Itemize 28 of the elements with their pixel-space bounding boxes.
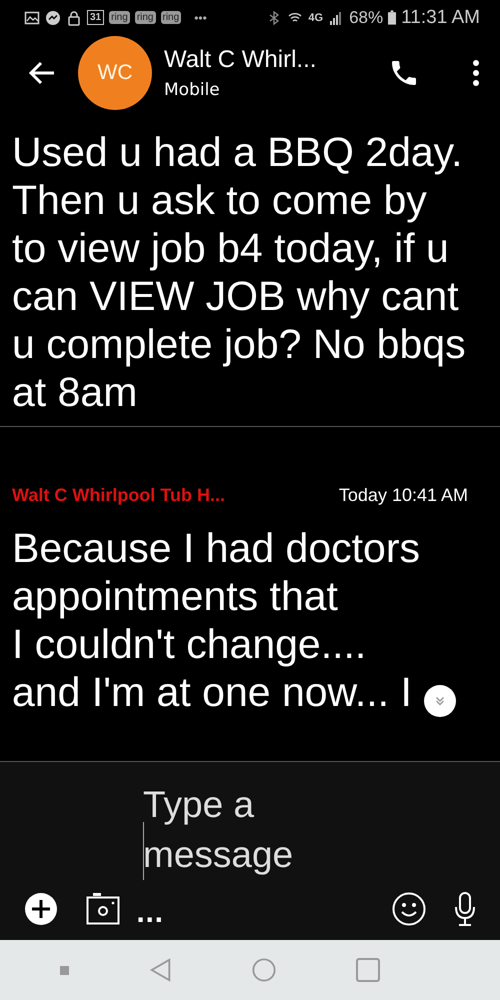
add-icon[interactable] bbox=[24, 892, 58, 926]
battery-icon bbox=[388, 10, 396, 25]
message-text: Used u had a BBQ 2day. Then u ask to come by to view job b4 today, if u can VIEW JOB why cant u complete job? No bbqs at 8am bbox=[12, 128, 466, 416]
scroll-down-button[interactable] bbox=[424, 685, 456, 717]
more-options-icon[interactable] bbox=[472, 58, 480, 86]
ring-badge: ring bbox=[109, 11, 130, 24]
calendar-badge: 31 bbox=[87, 10, 104, 25]
ring-badge: ring bbox=[160, 11, 182, 24]
network-label: 4G bbox=[308, 12, 324, 24]
contact-name: Walt C Whirl... bbox=[164, 46, 318, 74]
lock-icon bbox=[66, 10, 82, 26]
ring-badge: ring bbox=[134, 11, 156, 24]
message-field[interactable]: Type a message bbox=[143, 780, 343, 880]
contact-subtitle: Mobile bbox=[164, 80, 221, 100]
battery-percent: 68% bbox=[349, 8, 384, 28]
camera-icon[interactable] bbox=[86, 892, 120, 926]
chat-bubble-icon bbox=[45, 10, 61, 26]
sender-name: Walt C Whirlpool Tub H... bbox=[12, 485, 225, 506]
more-text[interactable]: ... bbox=[136, 890, 164, 928]
message-text: Because I had doctors appointments that I couldn't change.... and I'm at one now... I bbox=[12, 524, 420, 716]
smiley-icon[interactable] bbox=[392, 892, 426, 926]
microphone-icon[interactable] bbox=[454, 892, 476, 926]
avatar: WC bbox=[78, 36, 152, 110]
message-time: Today 10:41 AM bbox=[338, 485, 468, 506]
clock: 11:31 AM bbox=[401, 6, 480, 28]
more-notifications: ••• bbox=[194, 10, 207, 24]
picture-icon bbox=[24, 10, 40, 26]
chevron-down-icon bbox=[433, 694, 447, 708]
